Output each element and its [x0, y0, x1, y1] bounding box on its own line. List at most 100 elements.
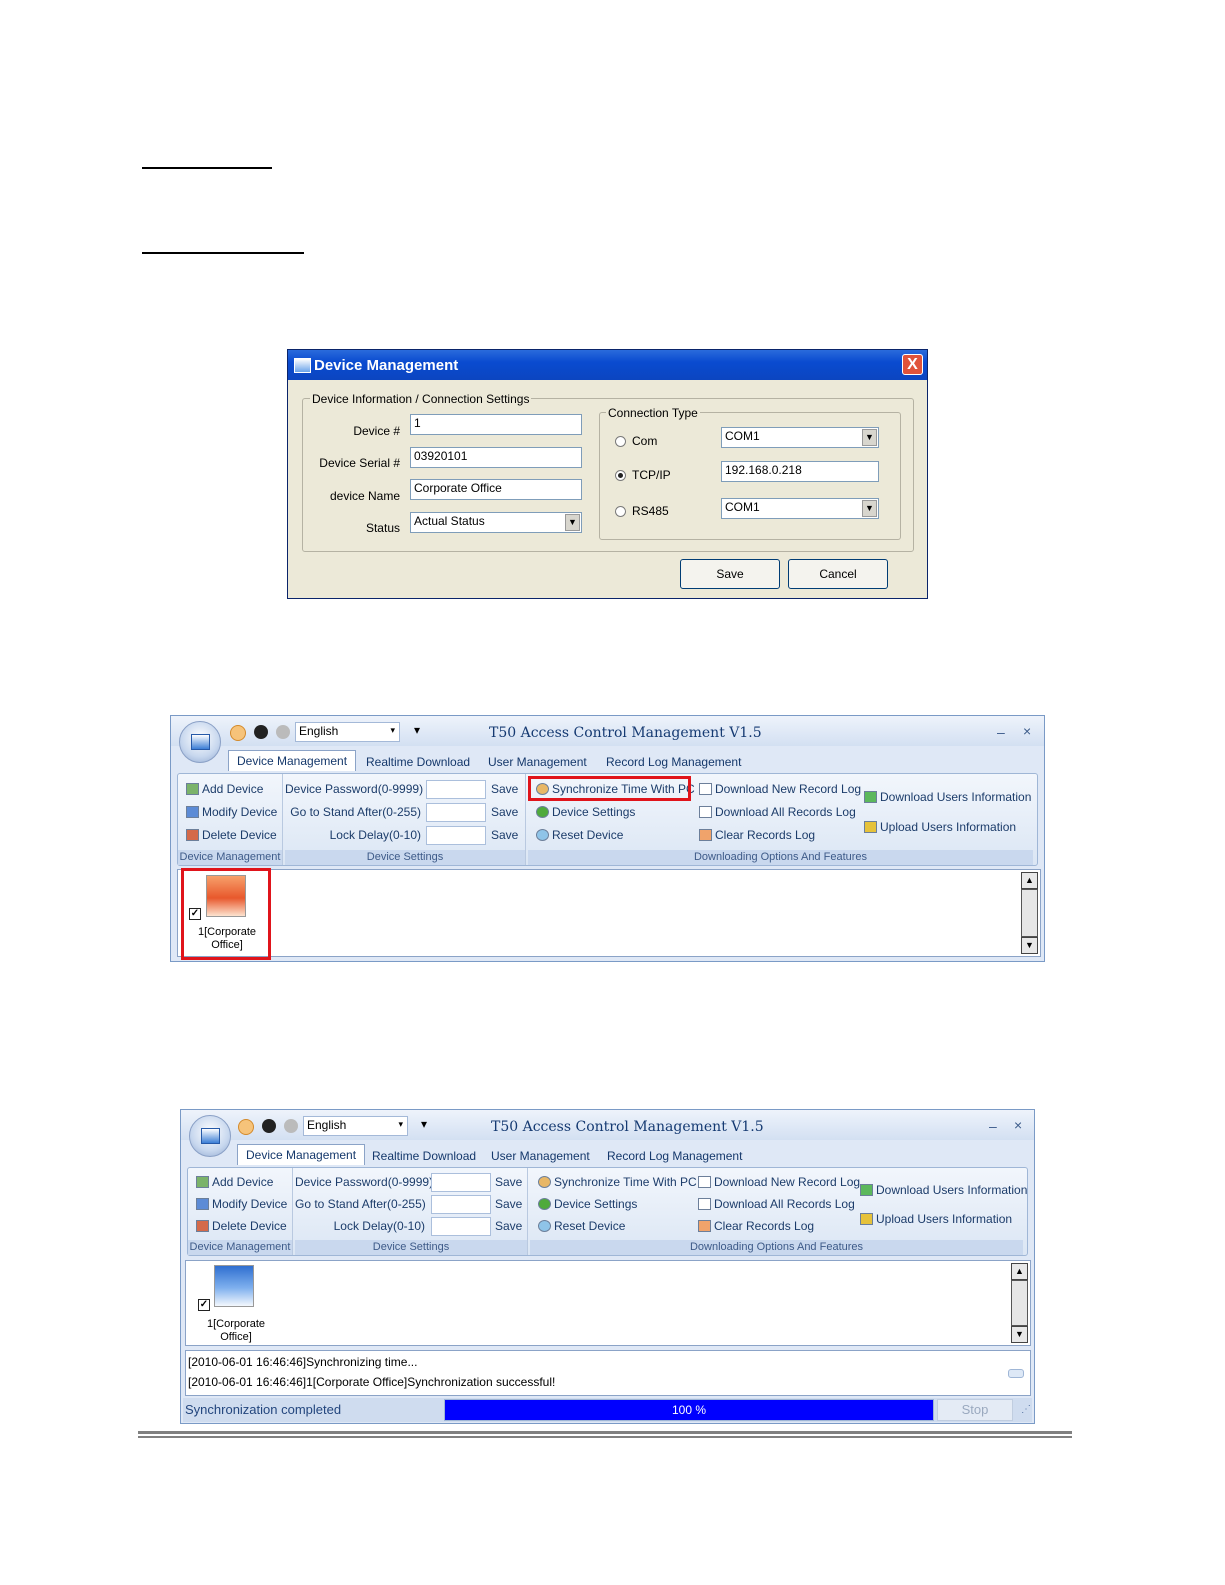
close-button[interactable]: X [902, 354, 923, 375]
add-device-button[interactable]: Add Device [186, 782, 263, 796]
clear-log-label: Clear Records Log [714, 1219, 815, 1233]
download-all-log-button[interactable]: Download All Records Log [698, 1197, 855, 1211]
device-no-field[interactable]: 1 [410, 414, 582, 435]
skin-silver-icon[interactable] [276, 725, 290, 739]
download-new-log-button[interactable]: Download New Record Log [699, 782, 861, 796]
tab-record-log[interactable]: Record Log Management [606, 755, 741, 769]
serial-field[interactable]: 03920101 [410, 447, 582, 468]
reset-device-button[interactable]: Reset Device [536, 828, 623, 842]
skin-blue-icon[interactable] [230, 725, 246, 741]
lock-delay-input[interactable] [431, 1217, 491, 1236]
standby-input[interactable] [431, 1195, 491, 1214]
download-new-log-label: Download New Record Log [714, 1175, 861, 1189]
tab-record-log[interactable]: Record Log Management [607, 1149, 742, 1163]
chevron-down-icon[interactable]: ▼ [862, 500, 877, 517]
download-new-log-button[interactable]: Download New Record Log [698, 1175, 860, 1189]
download-all-log-label: Download All Records Log [714, 1197, 855, 1211]
tab-realtime-download[interactable]: Realtime Download [372, 1149, 476, 1163]
stop-button[interactable]: Stop [937, 1399, 1013, 1421]
standby-input[interactable] [426, 803, 486, 822]
lock-delay-save-button[interactable]: Save [491, 828, 518, 842]
heading-underline-1 [142, 167, 272, 169]
quick-access-icon[interactable]: ▾ [421, 1117, 427, 1131]
modify-device-button[interactable]: Modify Device [186, 805, 277, 819]
app-orb-button[interactable] [179, 721, 221, 763]
add-device-button[interactable]: Add Device [196, 1175, 273, 1189]
downloading-group-label: Downloading Options And Features [528, 850, 1033, 865]
scroll-down-icon[interactable]: ▼ [1011, 1326, 1028, 1343]
scroll-thumb[interactable] [1021, 889, 1038, 937]
tcpip-radio[interactable] [615, 470, 626, 481]
log-scroll-thumb[interactable] [1008, 1369, 1024, 1378]
delete-device-button[interactable]: Delete Device [196, 1219, 287, 1233]
tab-device-management[interactable]: Device Management [228, 750, 357, 771]
scroll-thumb[interactable] [1011, 1280, 1028, 1326]
delete-device-label: Delete Device [202, 828, 277, 842]
sync-time-button[interactable]: Synchronize Time With PC [538, 1175, 697, 1189]
app-orb-button[interactable] [189, 1115, 231, 1157]
language-select[interactable]: English ▾ [303, 1116, 408, 1136]
minimize-button[interactable]: – [997, 724, 1005, 740]
password-input[interactable] [426, 780, 486, 799]
device-settings-button[interactable]: Device Settings [536, 805, 635, 819]
chevron-down-icon[interactable]: ▼ [565, 514, 580, 531]
com-radio[interactable] [615, 436, 626, 447]
standby-save-button[interactable]: Save [491, 805, 518, 819]
chevron-down-icon[interactable]: ▼ [862, 429, 877, 446]
standby-save-button[interactable]: Save [495, 1197, 522, 1211]
device-name-field[interactable]: Corporate Office [410, 479, 582, 500]
device-checkbox[interactable]: ✓ [198, 1299, 210, 1311]
scroll-up-icon[interactable]: ▲ [1011, 1263, 1028, 1280]
lock-delay-input[interactable] [426, 826, 486, 845]
skin-black-icon[interactable] [262, 1119, 276, 1133]
reset-device-button[interactable]: Reset Device [538, 1219, 625, 1233]
skin-blue-icon[interactable] [238, 1119, 254, 1135]
password-input[interactable] [431, 1173, 491, 1192]
rs485-port-select[interactable]: COM1 ▼ [721, 498, 879, 519]
chevron-down-icon[interactable]: ▾ [398, 1119, 403, 1130]
scroll-down-icon[interactable]: ▼ [1021, 937, 1038, 954]
tab-user-management[interactable]: User Management [491, 1149, 590, 1163]
heading-underline-2 [142, 252, 304, 254]
lock-delay-save-button[interactable]: Save [495, 1219, 522, 1233]
ip-address-field[interactable]: 192.168.0.218 [721, 461, 879, 482]
device-settings-button[interactable]: Device Settings [538, 1197, 637, 1211]
com-port-select[interactable]: COM1 ▼ [721, 427, 879, 448]
skin-black-icon[interactable] [254, 725, 268, 739]
reset-icon [538, 1220, 551, 1232]
device-thumbnail[interactable] [214, 1265, 254, 1307]
download-all-log-button[interactable]: Download All Records Log [699, 805, 856, 819]
vertical-scrollbar[interactable]: ▲ ▼ [1021, 872, 1038, 954]
tab-realtime-download[interactable]: Realtime Download [366, 755, 470, 769]
download-users-button[interactable]: Download Users Information [864, 790, 1031, 804]
status-select[interactable]: Actual Status ▼ [410, 512, 582, 533]
password-save-button[interactable]: Save [495, 1175, 522, 1189]
resize-grip-icon[interactable]: ⋰ [1021, 1404, 1031, 1415]
cancel-button[interactable]: Cancel [788, 559, 888, 589]
vertical-scrollbar[interactable]: ▲ ▼ [1011, 1263, 1028, 1343]
clear-icon [698, 1220, 711, 1232]
download-users-button[interactable]: Download Users Information [860, 1183, 1027, 1197]
tab-user-management[interactable]: User Management [488, 755, 587, 769]
save-button[interactable]: Save [680, 559, 780, 589]
chevron-down-icon[interactable]: ▾ [390, 725, 395, 736]
close-button[interactable]: × [1014, 1117, 1022, 1133]
language-select[interactable]: English ▾ [295, 722, 400, 742]
modify-device-button[interactable]: Modify Device [196, 1197, 287, 1211]
documents-icon [698, 1198, 711, 1210]
skin-silver-icon[interactable] [284, 1119, 298, 1133]
clear-log-button[interactable]: Clear Records Log [699, 828, 815, 842]
delete-device-button[interactable]: Delete Device [186, 828, 277, 842]
clear-log-button[interactable]: Clear Records Log [698, 1219, 814, 1233]
rs485-radio[interactable] [615, 506, 626, 517]
upload-users-button[interactable]: Upload Users Information [864, 820, 1016, 834]
password-save-button[interactable]: Save [491, 782, 518, 796]
tab-device-management[interactable]: Device Management [237, 1144, 366, 1165]
close-button[interactable]: × [1023, 723, 1031, 739]
com-port-value: COM1 [725, 429, 760, 443]
quick-access-icon[interactable]: ▾ [414, 723, 420, 737]
minimize-button[interactable]: – [989, 1118, 997, 1134]
upload-users-button[interactable]: Upload Users Information [860, 1212, 1012, 1226]
scroll-up-icon[interactable]: ▲ [1021, 872, 1038, 889]
device-list-pane: ✓ 1[Corporate Office] ▲ ▼ [177, 869, 1041, 957]
